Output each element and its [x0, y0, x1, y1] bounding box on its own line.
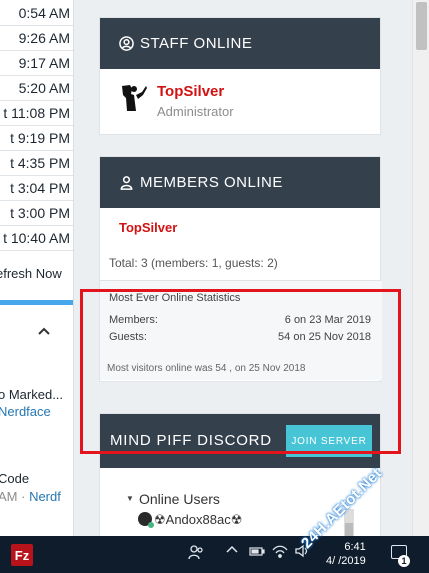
time-row: t 3:04 PM	[0, 176, 73, 201]
staff-role: Administrator	[157, 104, 234, 119]
left-column: 0:54 AM 9:26 AM 9:17 AM 5:20 AM t 11:08 PM t …	[0, 0, 74, 536]
time-value: 5:20 AM	[18, 80, 70, 96]
time-row: 5:20 AM	[0, 76, 73, 101]
staff-online-header: STAFF ONLINE	[100, 18, 380, 69]
clock-date: 4/ /2019	[326, 555, 366, 567]
time-row: 9:17 AM	[0, 51, 73, 76]
staff-avatar[interactable]	[120, 83, 150, 113]
time-value: t 3:04 PM	[10, 180, 70, 196]
user-circle-icon	[119, 36, 134, 51]
online-member-link[interactable]: TopSilver	[119, 220, 177, 235]
members-online-header: MEMBERS ONLINE	[100, 157, 380, 208]
thread-title-1[interactable]: o Marked...	[0, 387, 63, 402]
staff-member[interactable]: TopSilver Administrator	[120, 82, 270, 122]
time-value: 9:26 AM	[18, 30, 70, 46]
time-row: t 10:40 AM	[0, 226, 73, 251]
time-value: 0:54 AM	[18, 5, 70, 21]
online-total: Total: 3 (members: 1, guests: 2)	[109, 256, 278, 270]
scroll-thumb[interactable]	[416, 2, 427, 50]
notification-badge: 1	[398, 555, 410, 567]
time-value: 9:17 AM	[18, 55, 70, 71]
online-users-label[interactable]: Online Users	[139, 491, 220, 507]
thread-time-2: AM ·	[0, 489, 30, 504]
thread-user-link-1[interactable]: Nerdface	[0, 404, 51, 419]
time-row: t 3:00 PM	[0, 201, 73, 226]
time-row: t 9:19 PM	[0, 126, 73, 151]
time-value: t 11:08 PM	[3, 105, 70, 121]
members-online-title: MEMBERS ONLINE	[140, 174, 283, 191]
refresh-now-link[interactable]: efresh Now	[0, 266, 62, 281]
taskbar: Fz 6:41 4/ /2019 1	[0, 536, 429, 573]
thread-title-2[interactable]: Code	[0, 471, 29, 486]
thread-user-link-2[interactable]: Nerdf	[29, 489, 61, 504]
highlight-box	[80, 289, 401, 454]
discord-scroll-thumb[interactable]	[345, 523, 353, 537]
time-value: t 3:00 PM	[10, 205, 70, 221]
staff-username[interactable]: TopSilver	[157, 83, 224, 100]
battery-icon[interactable]	[249, 544, 265, 561]
discord-user-avatar	[138, 512, 154, 528]
time-row: t 4:35 PM	[0, 151, 73, 176]
page-scrollbar[interactable]	[412, 0, 429, 536]
clock-time: 6:41	[344, 541, 366, 553]
page: 0:54 AM 9:26 AM 9:17 AM 5:20 AM t 11:08 PM t …	[0, 0, 429, 573]
collapse-chevron-icon[interactable]	[38, 322, 50, 340]
discord-user[interactable]: ☢Andox88ac☢	[138, 512, 242, 528]
user-icon	[120, 176, 133, 190]
online-status-dot	[148, 522, 154, 528]
time-row: 0:54 AM	[0, 1, 73, 26]
time-row: t 11:08 PM	[0, 101, 73, 126]
clock[interactable]: 6:41 4/ /2019	[326, 540, 366, 568]
time-value: t 10:40 AM	[3, 230, 70, 246]
accent-bar	[0, 300, 73, 305]
caret-down-icon[interactable]: ▼	[126, 494, 134, 503]
time-row: 9:26 AM	[0, 26, 73, 51]
discord-username: ☢Andox88ac☢	[154, 512, 243, 527]
time-value: t 9:19 PM	[10, 130, 70, 146]
thread-meta-2: AM · Nerdf	[0, 489, 61, 504]
time-value: t 4:35 PM	[10, 155, 70, 171]
filezilla-icon[interactable]: Fz	[11, 544, 33, 566]
thread-meta-1: Nerdface	[0, 404, 51, 419]
staff-online-widget: STAFF ONLINE TopSilver Administrator	[99, 17, 381, 135]
people-icon[interactable]	[188, 544, 204, 563]
chevron-up-icon[interactable]	[226, 544, 238, 559]
staff-online-title: STAFF ONLINE	[140, 35, 253, 52]
wifi-icon[interactable]	[272, 544, 288, 561]
